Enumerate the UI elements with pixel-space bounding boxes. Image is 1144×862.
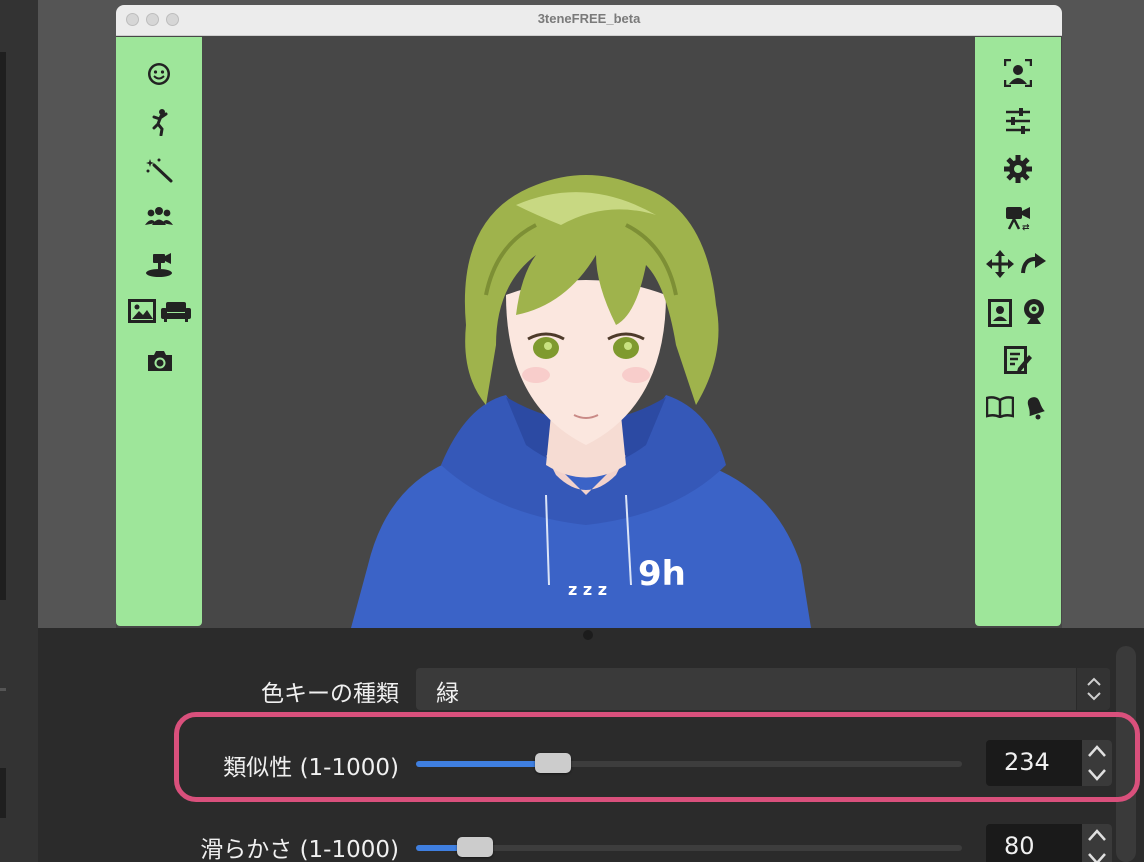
svg-text:z z z: z z z (568, 580, 607, 599)
profile-card-icon[interactable] (988, 299, 1012, 327)
svg-text:⇄: ⇄ (1022, 223, 1030, 231)
smoothness-increment-button[interactable] (1082, 824, 1112, 847)
left-edge-strip (0, 0, 38, 862)
magic-wand-icon[interactable] (146, 157, 174, 183)
left-toolbar (116, 37, 202, 626)
video-camera-settings-icon[interactable]: ⇄ (1003, 205, 1033, 231)
smoothness-label: 滑らかさ (1-1000) (200, 837, 399, 862)
avatar-viewport: z z z 9h ⇄ (116, 37, 1062, 628)
sliders-icon[interactable] (1004, 107, 1032, 135)
app-window: 3teneFREE_beta z z z 9h ⇄ (116, 5, 1062, 628)
left-edge-tick (0, 688, 6, 691)
color-key-type-select[interactable]: 緑 (416, 668, 1110, 710)
open-book-icon[interactable] (986, 396, 1014, 418)
right-toolbar: ⇄ (975, 37, 1061, 626)
image-icon[interactable] (128, 299, 156, 323)
resize-handle[interactable] (583, 630, 593, 640)
rotate-icon[interactable] (1020, 253, 1048, 277)
left-edge-bar (0, 52, 6, 600)
title-bar[interactable]: 3teneFREE_beta (116, 5, 1062, 36)
select-arrows-icon[interactable] (1076, 668, 1110, 710)
sofa-icon[interactable] (161, 301, 191, 323)
edit-note-icon[interactable] (1004, 346, 1032, 374)
avatar-character: z z z 9h (351, 175, 811, 628)
smoothness-value: 80 (1004, 832, 1035, 860)
webcam-icon[interactable] (1021, 298, 1047, 326)
smoothness-slider-thumb[interactable] (457, 837, 493, 857)
face-tracking-icon[interactable] (1004, 59, 1032, 87)
svg-text:9h: 9h (638, 554, 686, 594)
color-key-type-value: 緑 (436, 681, 459, 707)
smoothness-spinbox[interactable]: 80 (986, 824, 1112, 862)
highlight-box (174, 712, 1140, 802)
dance-pose-icon[interactable] (148, 108, 172, 136)
color-key-type-label: 色キーの種類 (261, 681, 399, 707)
camera-icon[interactable] (146, 349, 174, 373)
move-arrows-icon[interactable] (986, 250, 1014, 278)
group-people-icon[interactable] (145, 205, 173, 227)
gear-icon[interactable] (1004, 155, 1032, 183)
bell-icon[interactable] (1022, 394, 1048, 420)
smoothness-slider[interactable] (416, 837, 962, 857)
left-edge-bar-lower (0, 768, 6, 818)
smoothness-decrement-button[interactable] (1082, 847, 1112, 862)
face-smile-icon[interactable] (146, 61, 172, 87)
camera-stage-icon[interactable] (145, 252, 175, 278)
window-title: 3teneFREE_beta (537, 11, 641, 26)
smoothness-spin-buttons (1082, 824, 1112, 862)
